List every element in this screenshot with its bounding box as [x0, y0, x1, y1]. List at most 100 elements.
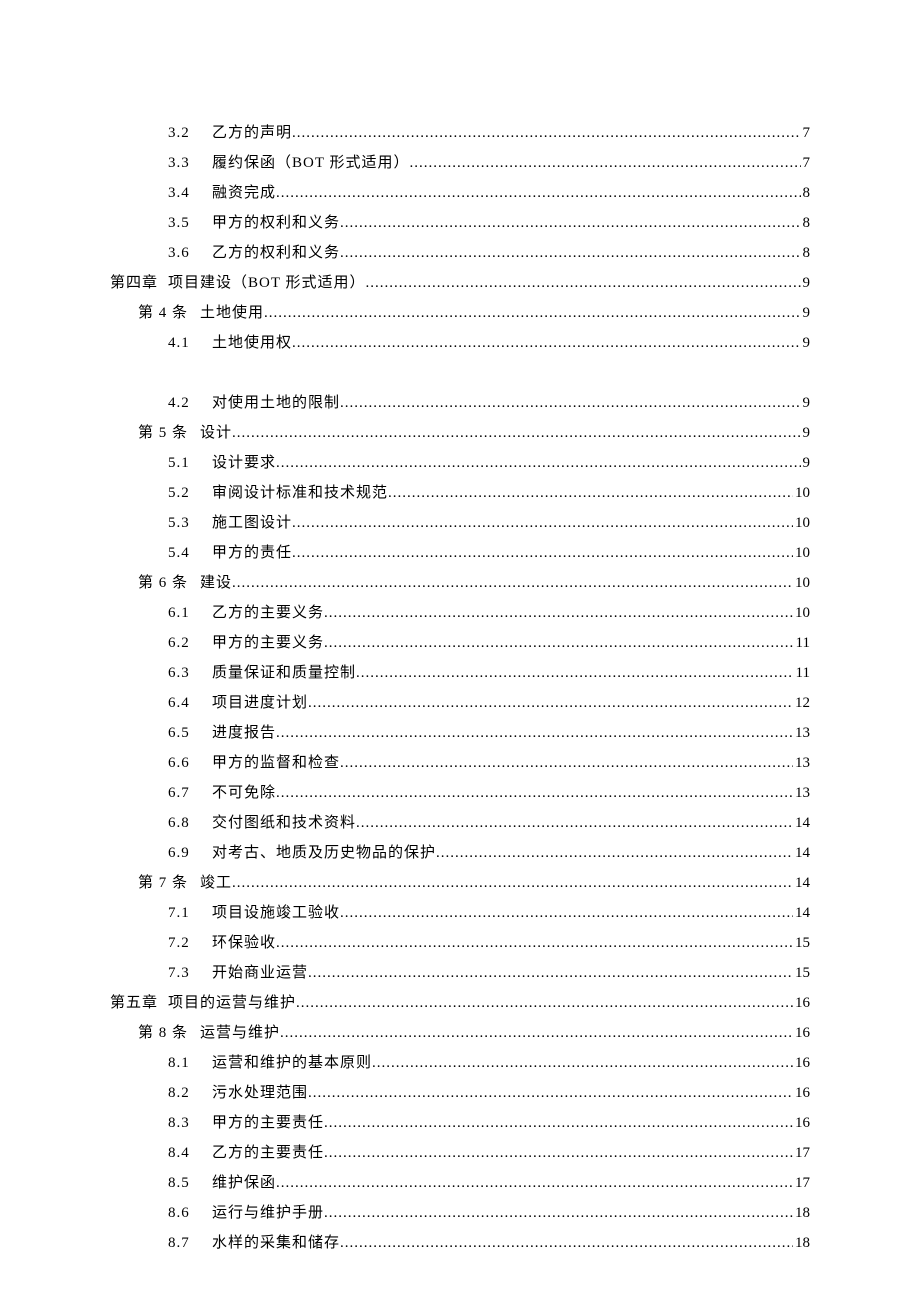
toc-entry-number: 第五章 [110, 988, 166, 1018]
toc-leader-dots [308, 1078, 793, 1108]
toc-entry-title: 项目进度计划 [206, 688, 308, 718]
toc-entry-page: 12 [793, 688, 810, 718]
toc-entry: 8.2污水处理范围 16 [110, 1078, 810, 1108]
toc-entry-title: 项目设施竣工验收 [206, 898, 340, 928]
toc-entry-page: 11 [794, 628, 810, 658]
toc-entry-number: 第 8 条 [138, 1018, 194, 1048]
toc-entry-page: 15 [793, 928, 810, 958]
toc-entry-page: 16 [793, 1108, 810, 1138]
toc-entry: 3.5甲方的权利和义务8 [110, 208, 810, 238]
toc-entry-number: 6.3 [168, 658, 206, 688]
toc-entry-page: 16 [793, 1018, 810, 1048]
toc-entry-page: 10 [793, 538, 810, 568]
toc-entry-number: 6.7 [168, 778, 206, 808]
toc-entry-title: 项目建设（BOT 形式适用） [166, 268, 365, 298]
toc-entry-page: 9 [801, 328, 811, 358]
toc-entry-number: 3.3 [168, 148, 206, 178]
toc-leader-dots [264, 298, 800, 328]
toc-entry-title: 甲方的监督和检查 [206, 748, 340, 778]
toc-entry-title: 乙方的主要义务 [206, 598, 324, 628]
toc-entry: 7.2环保验收15 [110, 928, 810, 958]
toc-entry-number: 8.6 [168, 1198, 206, 1228]
toc-entry-title: 开始商业运营 [206, 958, 308, 988]
toc-entry-number: 第 4 条 [138, 298, 194, 328]
toc-leader-dots [308, 958, 793, 988]
toc-leader-dots [436, 838, 793, 868]
toc-entry: 第 5 条设计9 [110, 418, 810, 448]
toc-entry: 4.1土地使用权9 [110, 328, 810, 358]
toc-leader-dots [276, 928, 793, 958]
toc-entry-title: 运营与维护 [194, 1018, 280, 1048]
toc-entry-title: 不可免除 [206, 778, 276, 808]
toc-entry-title: 交付图纸和技术资料 [206, 808, 356, 838]
toc-entry-number: 第 6 条 [138, 568, 194, 598]
toc-entry-title: 甲方的权利和义务 [206, 208, 340, 238]
toc-entry-title: 污水处理范围 [206, 1078, 308, 1108]
toc-entry-page: 14 [793, 808, 810, 838]
toc-leader-dots [292, 328, 800, 358]
toc-entry-number: 5.2 [168, 478, 206, 508]
toc-leader-dots [340, 748, 793, 778]
toc-entry: 8.4乙方的主要责任17 [110, 1138, 810, 1168]
toc-entry-number: 7.3 [168, 958, 206, 988]
toc-entry-title: 土地使用 [194, 298, 264, 328]
toc-leader-dots [292, 508, 793, 538]
toc-entry: 5.3施工图设计10 [110, 508, 810, 538]
toc-gap [110, 358, 810, 388]
toc-leader-dots [340, 388, 800, 418]
toc-entry-title: 乙方的权利和义务 [206, 238, 340, 268]
toc-entry-number: 5.3 [168, 508, 206, 538]
toc-entry-title: 水样的采集和储存 [206, 1228, 340, 1258]
toc-entry: 7.3开始商业运营15 [110, 958, 810, 988]
toc-entry-number: 8.2 [168, 1078, 206, 1108]
toc-entry-number: 6.6 [168, 748, 206, 778]
toc-entry-number: 8.5 [168, 1168, 206, 1198]
toc-entry-number: 3.6 [168, 238, 206, 268]
toc-entry-page: 14 [793, 898, 810, 928]
toc-entry-page: 17 [793, 1168, 810, 1198]
toc-entry-title: 竣工 [194, 868, 232, 898]
toc-entry-number: 第 5 条 [138, 418, 194, 448]
toc-entry: 6.1乙方的主要义务10 [110, 598, 810, 628]
toc-entry-page: 13 [793, 718, 810, 748]
toc-leader-dots [340, 238, 800, 268]
toc-entry-title: 项目的运营与维护 [166, 988, 296, 1018]
toc-entry-number: 5.1 [168, 448, 206, 478]
toc-entry-title: 施工图设计 [206, 508, 292, 538]
toc-entry-number: 第 7 条 [138, 868, 194, 898]
toc-leader-dots [292, 118, 800, 148]
toc-leader-dots [276, 718, 793, 748]
toc-entry: 6.3质量保证和质量控制11 [110, 658, 810, 688]
toc-entry-page: 14 [793, 868, 810, 898]
toc-entry-title: 审阅设计标准和技术规范 [206, 478, 388, 508]
toc-leader-dots [365, 268, 800, 298]
toc-leader-dots [232, 568, 793, 598]
toc-leader-dots [356, 808, 793, 838]
toc-entry: 3.3履约保函（BOT 形式适用）7 [110, 148, 810, 178]
toc-entry-title: 运行与维护手册 [206, 1198, 324, 1228]
toc-entry-page: 11 [794, 658, 810, 688]
toc-entry-page: 16 [793, 1078, 810, 1108]
toc-leader-dots [232, 418, 800, 448]
toc-leader-dots [340, 208, 800, 238]
toc-entry-number: 6.5 [168, 718, 206, 748]
toc-entry-page: 8 [801, 178, 811, 208]
toc-entry-page: 16 [793, 1048, 810, 1078]
toc-entry-page: 14 [793, 838, 810, 868]
toc-entry: 8.7水样的采集和储存18 [110, 1228, 810, 1258]
toc-entry-title: 设计 [194, 418, 232, 448]
toc-entry: 8.3甲方的主要责任16 [110, 1108, 810, 1138]
toc-entry-number: 6.9 [168, 838, 206, 868]
table-of-contents: 3.2乙方的声明73.3履约保函（BOT 形式适用）73.4融资完成83.5甲方… [110, 118, 810, 1258]
toc-entry-title: 土地使用权 [206, 328, 292, 358]
toc-entry: 6.8交付图纸和技术资料14 [110, 808, 810, 838]
toc-entry-page: 13 [793, 748, 810, 778]
toc-entry: 3.6乙方的权利和义务8 [110, 238, 810, 268]
toc-entry: 第 7 条竣工 14 [110, 868, 810, 898]
toc-entry: 5.4甲方的责任10 [110, 538, 810, 568]
toc-leader-dots [372, 1048, 793, 1078]
toc-entry-number: 7.1 [168, 898, 206, 928]
toc-entry-number: 8.3 [168, 1108, 206, 1138]
toc-entry: 8.1运营和维护的基本原则16 [110, 1048, 810, 1078]
toc-entry-page: 7 [801, 148, 811, 178]
